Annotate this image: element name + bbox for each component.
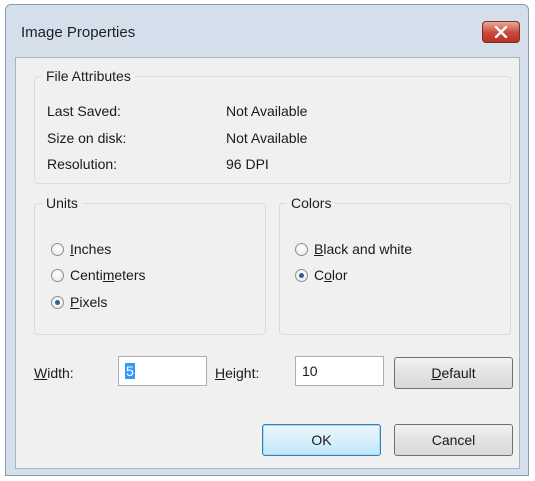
units-legend: Units	[46, 195, 78, 211]
color-radio[interactable]	[295, 268, 308, 282]
height-input[interactable]: 10	[295, 356, 384, 386]
size-on-disk-label: Size on disk:	[47, 130, 127, 146]
size-on-disk-value: Not Available	[226, 130, 308, 146]
colors-color-option[interactable]: Color	[295, 267, 347, 283]
close-button[interactable]	[482, 21, 520, 43]
pixels-label: Pixels	[70, 294, 108, 310]
black-and-white-label: Black and white	[314, 241, 413, 257]
last-saved-label: Last Saved:	[47, 103, 121, 119]
color-label: Color	[314, 267, 348, 283]
last-saved-value: Not Available	[226, 103, 308, 119]
resolution-value: 96 DPI	[226, 156, 269, 172]
centimeters-label: Centimeters	[70, 267, 146, 283]
image-properties-dialog: Image Properties File Attributes Last Sa…	[5, 4, 529, 476]
cancel-button[interactable]: Cancel	[394, 424, 513, 456]
units-inches-option[interactable]: Inches	[51, 241, 111, 257]
title-bar[interactable]: Image Properties	[6, 5, 528, 57]
file-attributes-legend: File Attributes	[46, 68, 131, 84]
black-and-white-radio[interactable]	[295, 242, 308, 256]
dialog-body: File Attributes Last Saved: Not Availabl…	[15, 57, 520, 469]
units-centimeters-option[interactable]: Centimeters	[51, 267, 145, 283]
colors-group: Colors	[279, 195, 511, 335]
colors-black-white-option[interactable]: Black and white	[295, 241, 412, 257]
units-pixels-option[interactable]: Pixels	[51, 294, 107, 310]
default-button[interactable]: Default	[394, 357, 513, 389]
pixels-radio[interactable]	[51, 295, 64, 309]
colors-legend: Colors	[291, 195, 332, 211]
units-group: Units	[34, 195, 266, 335]
inches-label: Inches	[70, 241, 112, 257]
width-label: Width:	[34, 365, 74, 381]
width-input[interactable]: 5	[118, 356, 207, 386]
height-label: Height:	[215, 365, 260, 381]
dialog-title: Image Properties	[21, 24, 136, 41]
inches-radio[interactable]	[51, 242, 64, 256]
ok-button[interactable]: OK	[262, 424, 381, 456]
resolution-label: Resolution:	[47, 156, 118, 172]
close-icon	[494, 26, 508, 38]
centimeters-radio[interactable]	[51, 268, 64, 282]
